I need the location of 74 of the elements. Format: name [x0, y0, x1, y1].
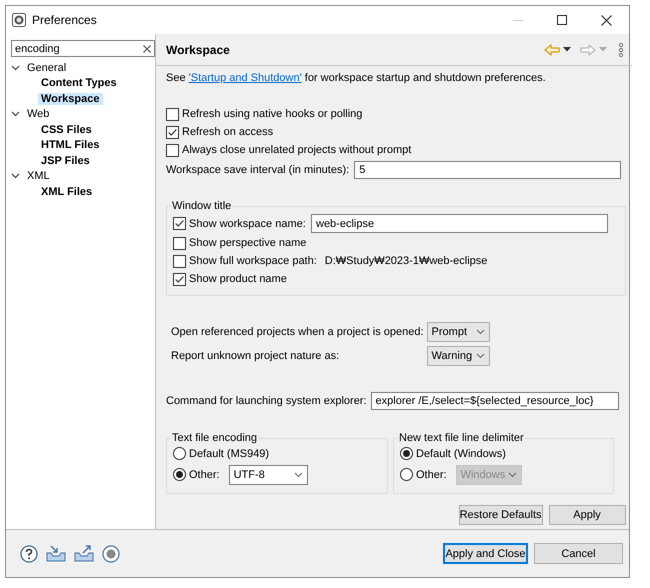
- intro-text: See 'Startup and Shutdown' for workspace startup and shutdown preferences.: [166, 72, 546, 84]
- apply-button[interactable]: Apply: [548, 505, 626, 525]
- tree-item[interactable]: Web: [24, 108, 52, 120]
- maximize-icon[interactable]: [557, 15, 567, 25]
- checkbox[interactable]: [166, 108, 179, 120]
- more-menu-icon: [618, 42, 624, 56]
- expand-chevron-icon[interactable]: [11, 64, 20, 71]
- checkbox-label: Show perspective name: [189, 237, 306, 249]
- tree-item[interactable]: JSP Files: [38, 154, 93, 167]
- caret-icon: [476, 329, 485, 335]
- checkbox-label: Show product name: [189, 273, 287, 285]
- app-icon: [12, 13, 26, 27]
- checkbox-label: Refresh on access: [182, 126, 274, 138]
- filter-field[interactable]: encoding: [11, 40, 155, 57]
- apply-and-close-button[interactable]: Apply and Close: [443, 543, 528, 564]
- tree-item[interactable]: CSS Files: [38, 124, 95, 136]
- checkbox[interactable]: [166, 144, 179, 156]
- group-title: Text file encoding: [171, 432, 258, 444]
- radio-button[interactable]: [400, 447, 413, 460]
- tree-item[interactable]: XML Files: [38, 186, 96, 198]
- tree-item[interactable]: XML: [24, 170, 53, 182]
- checkbox[interactable]: [173, 236, 186, 250]
- forward-arrow-icon: [580, 44, 596, 56]
- field-label: Command for launching system explorer:: [166, 395, 367, 407]
- checkbox[interactable]: [173, 254, 186, 268]
- tree-item[interactable]: Content Types: [38, 77, 120, 90]
- tree-item[interactable]: General: [24, 62, 70, 74]
- radio-label: Other:: [416, 468, 447, 480]
- checkbox-label: Show full workspace path:: [189, 255, 317, 267]
- filter-text: encoding: [15, 42, 60, 54]
- caret-icon: [294, 472, 303, 478]
- expand-chevron-icon[interactable]: [11, 111, 20, 118]
- help-icon: [20, 544, 38, 562]
- field-label: Workspace save interval (in minutes):: [166, 164, 350, 176]
- explorer-command-field[interactable]: explorer /E,/select=${selected_resource_loc}: [370, 392, 619, 410]
- radio-label: Default (Windows): [416, 448, 506, 460]
- save-interval-field[interactable]: 5: [354, 161, 622, 179]
- import-tray-icon: [46, 544, 66, 562]
- page-title: Workspace: [166, 42, 231, 56]
- caret-icon: [598, 47, 607, 52]
- close-icon[interactable]: [600, 14, 612, 26]
- dropdown[interactable]: Prompt: [426, 322, 490, 342]
- dropdown[interactable]: Warning: [426, 346, 490, 366]
- checkbox-label: Always close unrelated projects without prompt: [182, 144, 412, 156]
- checkbox-label: Refresh using native hooks or polling: [182, 108, 362, 120]
- caret-icon: [476, 353, 485, 359]
- checkbox[interactable]: [173, 217, 186, 230]
- export-tray-icon: [74, 544, 94, 562]
- checkbox[interactable]: [166, 126, 179, 138]
- tree-item[interactable]: Workspace: [38, 92, 102, 105]
- radio-button[interactable]: [173, 468, 186, 481]
- group-title: Window title: [171, 200, 232, 212]
- restore-defaults-button[interactable]: Restore Defaults: [458, 505, 543, 525]
- workspace-name-field[interactable]: web-eclipse: [311, 214, 608, 233]
- caret-icon: [562, 47, 571, 52]
- dropdown[interactable]: UTF-8: [228, 464, 308, 484]
- cancel-button[interactable]: Cancel: [534, 543, 623, 564]
- back-arrow-icon: [544, 44, 560, 56]
- expand-chevron-icon[interactable]: [11, 173, 20, 180]
- caret-icon: [508, 472, 517, 478]
- window-title: Preferences: [32, 13, 98, 27]
- checkbox[interactable]: [173, 272, 186, 286]
- field-label: Report unknown project nature as:: [171, 350, 340, 362]
- clear-icon: [143, 44, 151, 52]
- radio-label: Default (MS949): [189, 448, 270, 460]
- startup-shutdown-link[interactable]: 'Startup and Shutdown': [188, 72, 302, 84]
- radio-button[interactable]: [173, 447, 186, 460]
- checkbox-label: Show workspace name:: [189, 218, 306, 230]
- record-icon: [102, 544, 120, 562]
- radio-label: Other:: [189, 468, 220, 480]
- group-title: New text file line delimiter: [398, 432, 525, 444]
- field-label: Open referenced projects when a project is opened:: [171, 326, 424, 338]
- tree-item[interactable]: HTML Files: [38, 139, 102, 152]
- workspace-path-text: D:₩Study₩2023-1₩web-eclipse: [324, 255, 488, 267]
